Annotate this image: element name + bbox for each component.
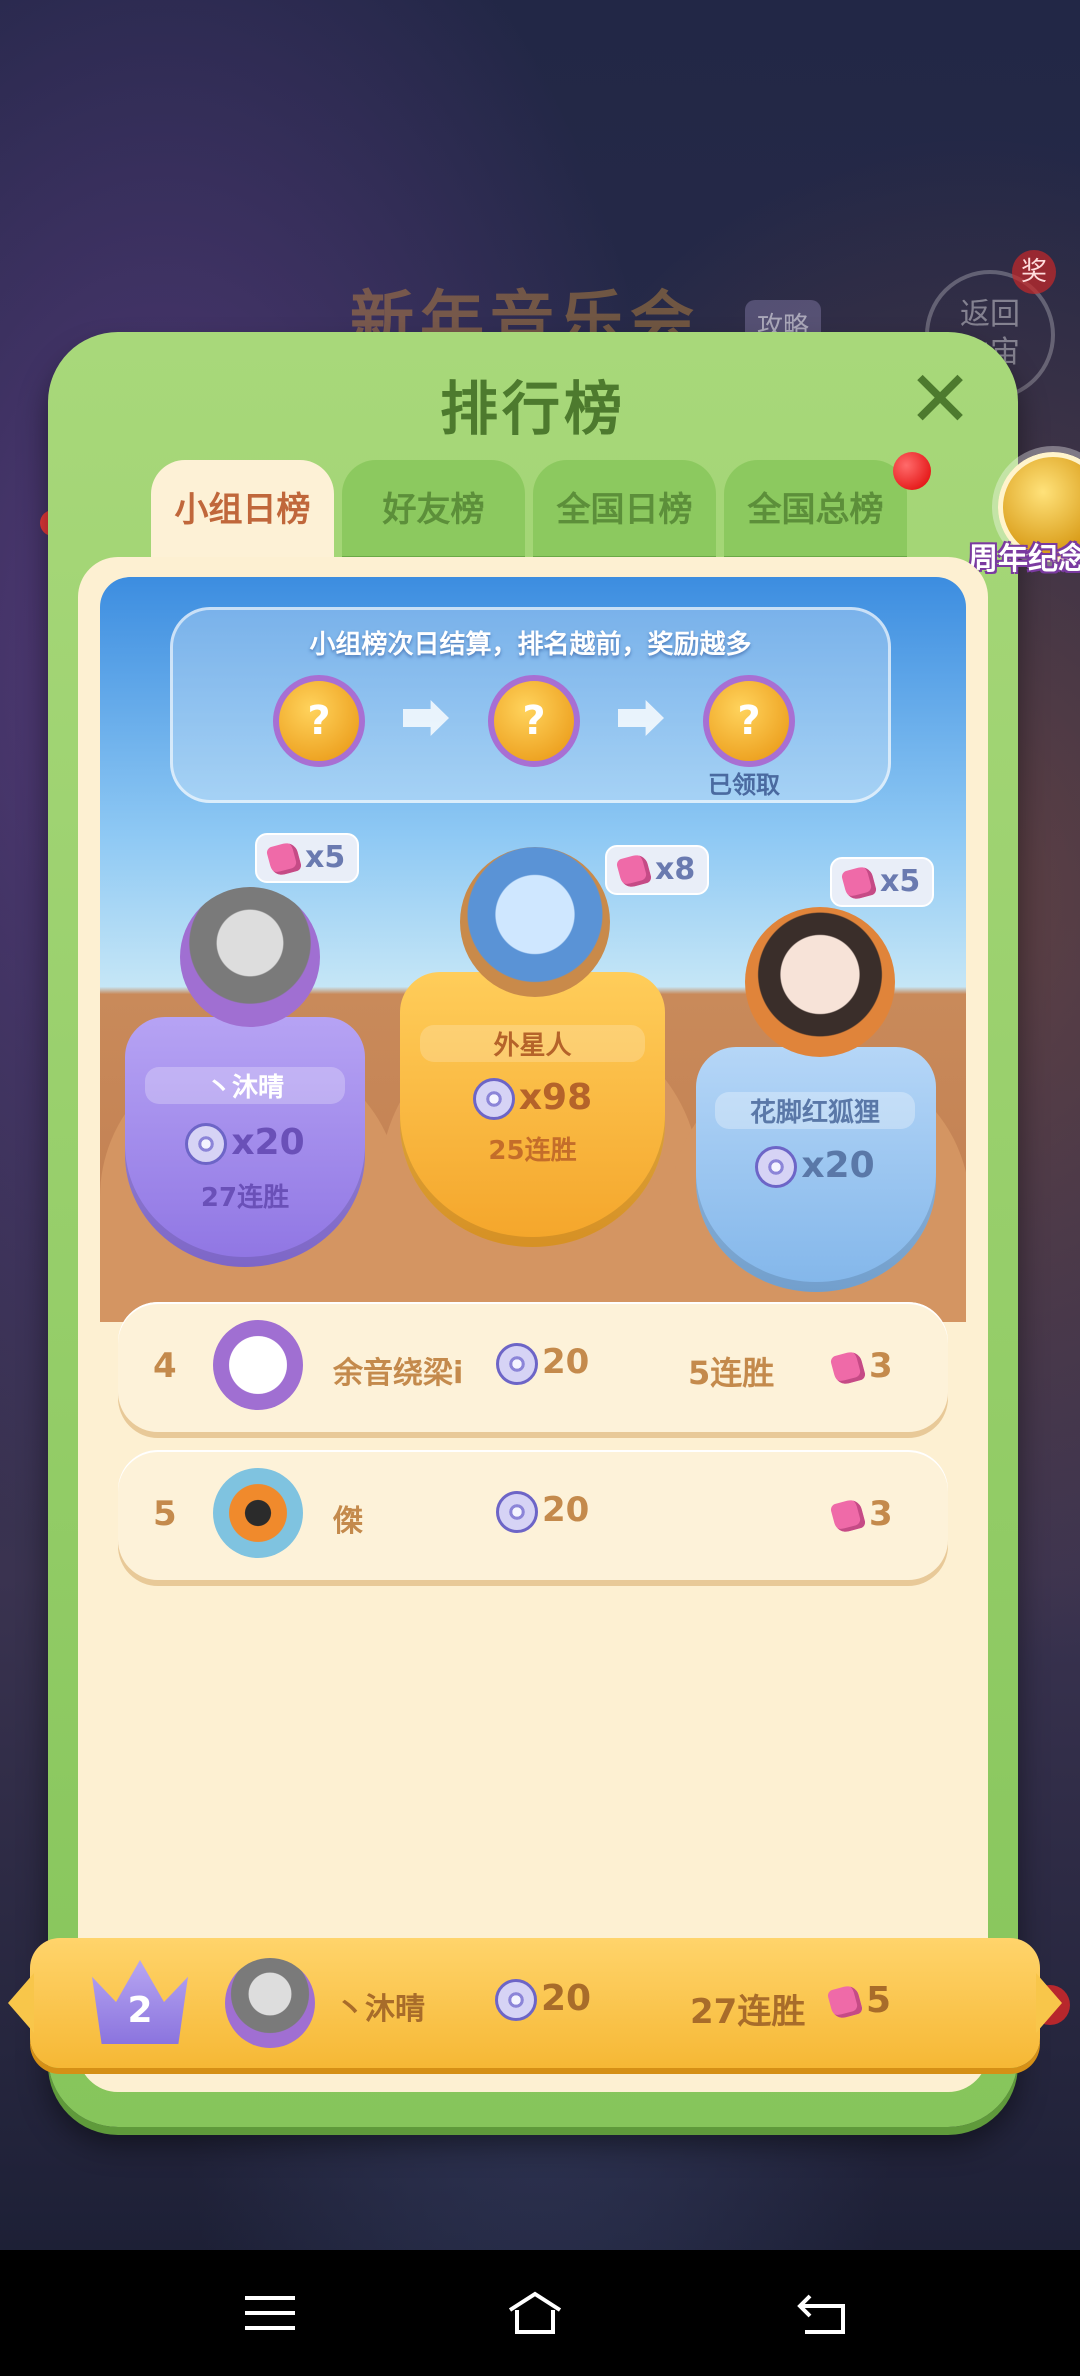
close-icon[interactable]: ✕	[904, 361, 976, 439]
disc-count: x20	[145, 1122, 345, 1165]
rank-number: 4	[153, 1346, 177, 1386]
home-icon[interactable]	[505, 2288, 565, 2338]
tab-national-total[interactable]: 全国总榜	[724, 460, 907, 560]
avatar[interactable]	[180, 887, 320, 1027]
player-name: 傑	[333, 1504, 363, 1539]
podium-scene: 小组榜次日结算，排名越前，奖励越多 ? ? ? 已领取 x5 丶沐晴 x20 2…	[100, 577, 966, 1322]
leaderboard-tabs: 小组日榜 好友榜 全国日榜 全国总榜	[151, 460, 907, 570]
gem-count: 3	[829, 1346, 893, 1386]
rank-number: 5	[153, 1494, 177, 1534]
disc-icon	[495, 1979, 537, 2021]
tab-national-daily[interactable]: 全国日榜	[533, 460, 716, 560]
disc-icon	[185, 1123, 228, 1165]
gem-icon	[829, 1349, 867, 1386]
gem-icon	[826, 1983, 864, 2021]
disc-icon	[496, 1342, 538, 1385]
mystery-prize-icon: ?	[703, 675, 795, 767]
table-row[interactable]: 4 余音绕梁i 20 5连胜 3	[118, 1302, 948, 1432]
gem-reward-tag: x5	[830, 857, 935, 907]
win-streak: 27连胜	[200, 1183, 290, 1213]
gem-count: 3	[829, 1494, 893, 1534]
disc-icon	[472, 1078, 515, 1120]
win-streak: 5连胜	[688, 1354, 775, 1392]
disc-count: x20	[715, 1145, 915, 1188]
leaderboard-content: 小组榜次日结算，排名越前，奖励越多 ? ? ? 已领取 x5 丶沐晴 x20 2…	[78, 557, 988, 2092]
system-navigation-bar	[0, 2250, 1080, 2376]
gem-icon	[840, 864, 878, 901]
player-name: 丶沐晴	[145, 1067, 345, 1104]
avatar[interactable]	[745, 907, 895, 1057]
panel-title: 排行榜	[439, 375, 626, 443]
disc-icon	[496, 1490, 538, 1533]
avatar	[213, 1468, 303, 1558]
disc-icon	[755, 1146, 798, 1188]
reward-badge: 奖	[1012, 250, 1056, 294]
player-name: 余音绕梁i	[333, 1356, 464, 1391]
my-win-streak: 27连胜	[690, 1992, 806, 2032]
gem-icon	[615, 852, 653, 889]
disc-count: 20	[496, 1490, 589, 1533]
gem-icon	[265, 840, 303, 877]
notification-dot	[893, 452, 931, 490]
my-rank-number: 2	[127, 1990, 153, 2031]
disc-count: x98	[420, 1077, 645, 1120]
tab-group-daily[interactable]: 小组日榜	[151, 460, 334, 570]
my-rank-bar[interactable]: 2 丶沐晴 20 27连胜 5	[8, 1938, 1062, 2068]
arrow-right-icon	[403, 700, 449, 736]
avatar[interactable]	[460, 847, 610, 997]
mystery-prize-icon: ?	[488, 675, 580, 767]
avatar	[225, 1958, 315, 2048]
leaderboard-panel: 排行榜 ✕ 小组日榜 好友榜 全国日榜 全国总榜 周年纪念币 小组榜次日结算，排…	[48, 332, 1080, 2127]
gem-icon	[829, 1497, 867, 1534]
disc-count: 20	[496, 1342, 589, 1385]
gem-reward-tag: x5	[255, 833, 360, 883]
back-icon[interactable]	[795, 2288, 855, 2338]
my-gem-count: 5	[826, 1980, 891, 2021]
my-name: 丶沐晴	[335, 1992, 425, 2027]
win-streak: 25连胜	[488, 1136, 577, 1166]
anniversary-coin-button[interactable]: 周年纪念币	[968, 442, 1080, 592]
table-row[interactable]: 5 傑 20 3	[118, 1450, 948, 1580]
player-name: 花脚红狐狸	[715, 1092, 915, 1129]
menu-icon[interactable]	[240, 2288, 300, 2338]
reward-info-banner: 小组榜次日结算，排名越前，奖励越多 ? ? ? 已领取	[170, 607, 891, 803]
mystery-prize-icon: ?	[273, 675, 365, 767]
tab-friends[interactable]: 好友榜	[342, 460, 525, 560]
avatar	[213, 1320, 303, 1410]
crown-icon: 2	[92, 1960, 188, 2044]
arrow-right-icon	[618, 700, 664, 736]
reward-info-text: 小组榜次日结算，排名越前，奖励越多	[309, 630, 752, 660]
my-disc-count: 20	[495, 1978, 591, 2021]
gem-reward-tag: x8	[605, 845, 710, 895]
claimed-label: 已领取	[708, 771, 780, 799]
player-name: 外星人	[420, 1025, 645, 1062]
